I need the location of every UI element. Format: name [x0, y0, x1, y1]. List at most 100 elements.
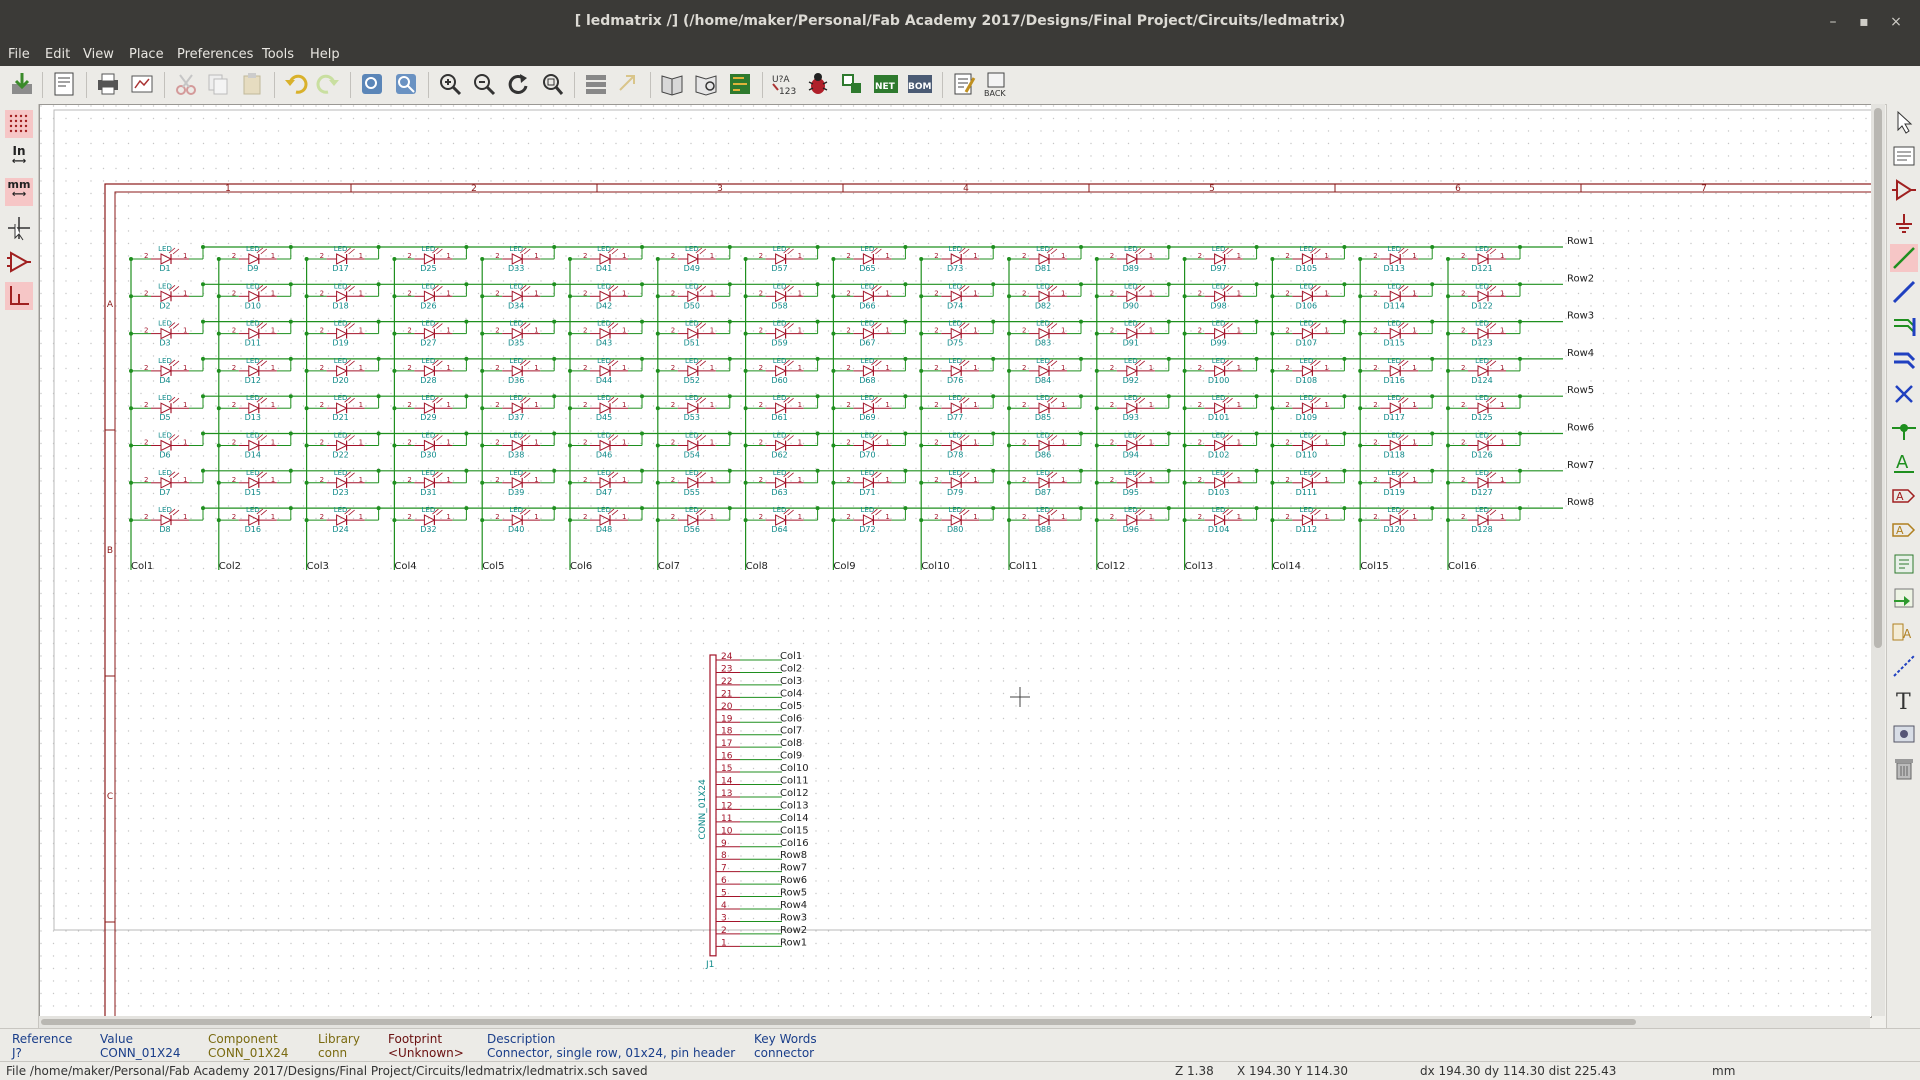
close-button[interactable]: × — [1886, 12, 1906, 32]
junction — [1007, 406, 1011, 411]
net-label-icon[interactable]: A — [1890, 448, 1918, 476]
units-inch-button[interactable]: In ⟷ — [5, 144, 33, 172]
led-reference: D62 — [771, 451, 787, 460]
led-reference: D30 — [420, 451, 436, 460]
place-power-icon[interactable] — [1890, 210, 1918, 238]
menu-tools[interactable]: Tools — [262, 47, 294, 62]
junction-icon[interactable] — [1890, 414, 1918, 442]
graphic-line-icon[interactable] — [1890, 652, 1918, 680]
horizontal-scroll-thumb[interactable] — [41, 1019, 1636, 1025]
wire-45deg-icon[interactable] — [5, 282, 33, 310]
edit-fields-icon[interactable] — [950, 70, 978, 98]
cut-icon[interactable] — [172, 70, 200, 98]
menu-file[interactable]: File — [8, 47, 30, 62]
highlight-net-icon[interactable] — [1890, 142, 1918, 170]
led-value: LED — [509, 394, 523, 402]
leave-sheet-icon[interactable] — [614, 70, 642, 98]
connector-net-label: Row1 — [780, 937, 807, 948]
led-pin-number: 2 — [934, 476, 938, 484]
vertical-scrollbar[interactable] — [1871, 104, 1885, 1016]
connector-pin-number: 4 — [721, 901, 727, 911]
undo-icon[interactable] — [282, 70, 310, 98]
save-icon[interactable] — [8, 70, 36, 98]
redo-icon[interactable] — [314, 70, 342, 98]
led-value: LED — [1036, 282, 1050, 290]
delete-icon[interactable] — [1890, 754, 1918, 782]
hierarchical-sheet-icon[interactable] — [1890, 550, 1918, 578]
text-tool-icon[interactable]: T — [1890, 686, 1918, 714]
zoom-in-icon[interactable] — [436, 70, 464, 98]
led-pin-number: 1 — [1324, 327, 1328, 335]
netlist-icon[interactable]: NET — [872, 70, 900, 98]
junction — [815, 468, 820, 473]
find-replace-icon[interactable] — [392, 70, 420, 98]
bom-icon[interactable]: BOM — [906, 70, 934, 98]
led-pin-number: 1 — [1412, 364, 1416, 372]
grid-icon[interactable] — [5, 110, 33, 138]
cvpcb-icon[interactable] — [838, 70, 866, 98]
library-editor-icon[interactable] — [658, 70, 686, 98]
units-mm-button[interactable]: mm ⟷ — [5, 178, 33, 206]
maximize-button[interactable]: ▪ — [1854, 12, 1874, 32]
place-component-icon[interactable] — [1890, 176, 1918, 204]
hierarchy-navigator-icon[interactable] — [582, 70, 610, 98]
junction — [1166, 394, 1171, 399]
place-bus-icon[interactable] — [1890, 278, 1918, 306]
led-value: LED — [861, 320, 875, 328]
cursor-shape-icon[interactable] — [5, 214, 33, 242]
info-component: Component CONN_01X24 — [208, 1032, 289, 1060]
led-pin-number: 1 — [446, 476, 450, 484]
led-pin-number: 2 — [671, 289, 675, 297]
global-label-icon[interactable]: A — [1890, 482, 1918, 510]
menu-edit[interactable]: Edit — [45, 47, 70, 62]
connector-net-label: Col10 — [780, 763, 809, 774]
connector-net-label: Row3 — [780, 912, 807, 923]
sheet-pin-icon[interactable]: A — [1890, 618, 1918, 646]
paste-icon[interactable] — [238, 70, 266, 98]
menu-preferences[interactable]: Preferences — [177, 47, 253, 62]
led-pin-number: 2 — [1110, 364, 1114, 372]
menu-view[interactable]: View — [83, 47, 114, 62]
led-pin-number: 1 — [885, 252, 889, 260]
redraw-icon[interactable] — [504, 70, 532, 98]
hidden-pins-icon[interactable] — [5, 248, 33, 276]
back-annotate-icon[interactable]: BACK — [982, 70, 1010, 98]
library-browser-icon[interactable] — [692, 70, 720, 98]
find-icon[interactable] — [358, 70, 386, 98]
wire-to-bus-icon[interactable] — [1890, 312, 1918, 340]
zoom-fit-icon[interactable] — [538, 70, 566, 98]
led-pin-number: 1 — [1149, 327, 1153, 335]
led-pin-number: 1 — [271, 401, 275, 409]
image-tool-icon[interactable] — [1890, 720, 1918, 748]
menu-help[interactable]: Help — [310, 47, 340, 62]
minimize-button[interactable]: – — [1823, 12, 1843, 32]
junction — [1254, 245, 1259, 249]
import-sheet-pin-icon[interactable] — [1890, 584, 1918, 612]
led-value: LED — [1212, 394, 1226, 402]
select-arrow-icon[interactable] — [1890, 108, 1918, 136]
copy-icon[interactable] — [204, 70, 232, 98]
horizontal-scrollbar[interactable] — [39, 1016, 1870, 1028]
bus-to-bus-icon[interactable] — [1890, 346, 1918, 374]
schematic-sheet[interactable]: 1 2 3 4 5 6 7ABCRow1Row2Row3Row4Row5Row6Row7Ro… — [40, 105, 1871, 1017]
led-value: LED — [948, 245, 962, 253]
pcbnew-icon[interactable] — [726, 70, 754, 98]
led-pin-number: 2 — [1022, 289, 1026, 297]
print-icon[interactable] — [94, 70, 122, 98]
junction — [1358, 406, 1363, 411]
page-settings-icon[interactable] — [50, 70, 78, 98]
menu-place[interactable]: Place — [129, 47, 164, 62]
plot-icon[interactable] — [128, 70, 156, 98]
annotate-icon[interactable]: U?A 123 — [770, 70, 798, 98]
vertical-scroll-thumb[interactable] — [1874, 108, 1882, 648]
place-wire-icon[interactable] — [1890, 244, 1918, 272]
led-pin-number: 2 — [1022, 401, 1026, 409]
erc-icon[interactable] — [804, 70, 832, 98]
led-pin-number: 1 — [885, 327, 889, 335]
led-value: LED — [334, 394, 348, 402]
junction — [727, 394, 732, 399]
hierarchical-label-icon[interactable]: A — [1890, 516, 1918, 544]
schematic-canvas[interactable]: 1 2 3 4 5 6 7 A B C Row1 Row2 Row3 Row4 Row5 Row6 Row7 Ro… — [39, 104, 1872, 1018]
no-connect-icon[interactable] — [1890, 380, 1918, 408]
zoom-out-icon[interactable] — [470, 70, 498, 98]
